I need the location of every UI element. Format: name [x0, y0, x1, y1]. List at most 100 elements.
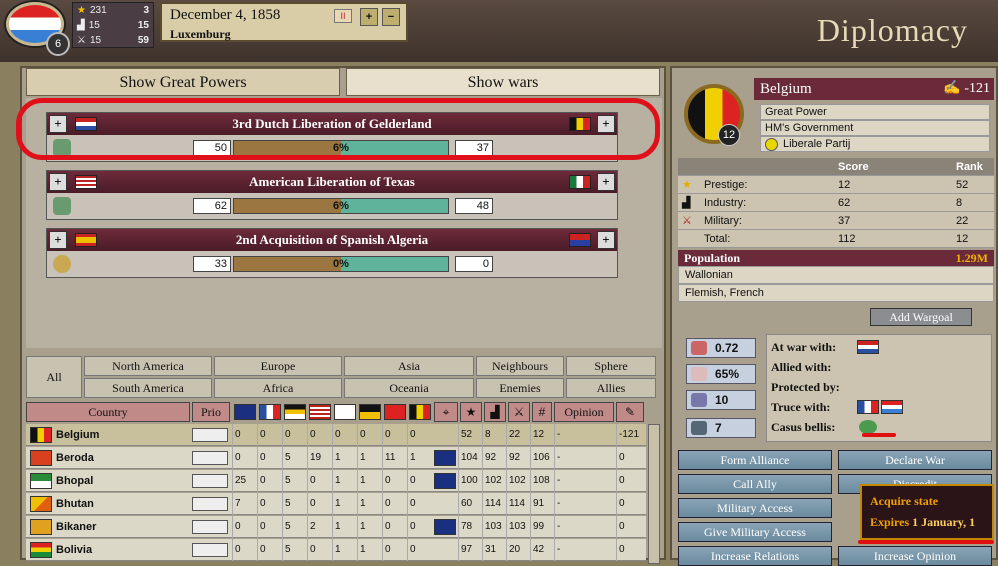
france-flag-icon[interactable] — [259, 404, 281, 420]
war-entry[interactable]: + 3rd Dutch Liberation of Gelderland + 5… — [46, 112, 618, 162]
expand-attacker-button[interactable]: + — [49, 231, 67, 249]
war-entry[interactable]: + 2nd Acquisition of Spanish Algeria + 3… — [46, 228, 618, 278]
increase-opinion-button[interactable]: Increase Opinion — [838, 546, 992, 566]
relation-stat: 10 — [686, 390, 756, 410]
casus-belli-icon — [53, 139, 71, 157]
col-opinion[interactable]: Opinion — [554, 402, 614, 422]
table-row[interactable]: Bhutan 7 0 5 0 1 1 0 0 60 114 114 91 - 0 — [26, 493, 646, 515]
increase-relations-button[interactable]: Increase Relations — [678, 546, 832, 566]
top-bar: 6 ★ 231 3 ▟ 15 15 ⚔ 15 59 December 4, 1858 Lux… — [0, 0, 998, 62]
belgium-flag-icon — [30, 427, 52, 443]
priority-selector[interactable] — [192, 497, 228, 511]
table-scrollbar[interactable] — [648, 424, 660, 564]
casus-belli-icon[interactable] — [859, 420, 877, 434]
call-ally-button[interactable]: Call Ally — [678, 474, 832, 494]
col-country[interactable]: Country — [26, 402, 190, 422]
war-score-bar: 6% — [233, 198, 449, 214]
army-icon — [691, 393, 707, 407]
filter-all[interactable]: All — [26, 356, 82, 398]
underline-annotation — [858, 540, 994, 544]
prussia-flag-icon[interactable] — [284, 404, 306, 420]
priority-selector[interactable] — [192, 451, 228, 465]
spain-flag-icon — [75, 233, 97, 247]
filter-africa[interactable]: Africa — [214, 378, 342, 398]
industry-stat: ▟ 15 15 — [77, 20, 149, 31]
netherlands-flag-icon — [75, 117, 97, 131]
luxemburg-flag-icon[interactable] — [881, 400, 903, 414]
filter-south-america[interactable]: South America — [84, 378, 212, 398]
col-industry-icon[interactable]: ▟ — [484, 402, 506, 422]
defender-score: 0 — [455, 256, 493, 272]
belgium-flag-icon[interactable] — [409, 404, 431, 420]
player-nation: Luxemburg — [170, 27, 231, 41]
col-prestige-icon[interactable]: ★ — [460, 402, 482, 422]
mexico-flag-icon — [569, 175, 591, 189]
filter-neighbours[interactable]: Neighbours — [476, 356, 564, 376]
table-row[interactable]: Belgium 0 0 0 0 0 0 0 0 52 8 22 12 - -12… — [26, 424, 646, 446]
priority-selector[interactable] — [192, 543, 228, 557]
swords-icon: ⚔ — [77, 35, 86, 46]
pause-button[interactable]: II — [334, 9, 352, 23]
give-military-access-button[interactable]: Give Military Access — [678, 522, 832, 542]
add-wargoal-button[interactable]: Add Wargoal — [870, 308, 972, 326]
ruling-party: Liberale Partij — [760, 136, 990, 152]
expand-attacker-button[interactable]: + — [49, 173, 67, 191]
casus-belli-tooltip: Acquire state Expires 1 January, 1 — [860, 484, 994, 540]
expand-defender-button[interactable]: + — [597, 115, 615, 133]
filter-north-america[interactable]: North America — [84, 356, 212, 376]
defender-score: 37 — [455, 140, 493, 156]
expand-defender-button[interactable]: + — [597, 231, 615, 249]
priority-selector[interactable] — [192, 428, 228, 442]
expand-defender-button[interactable]: + — [597, 173, 615, 191]
gb-flag-icon[interactable] — [234, 404, 256, 420]
country-status: Great Power — [760, 104, 990, 120]
table-row[interactable]: Bhopal 25 0 5 0 1 1 0 0 100 102 102 108 … — [26, 470, 646, 492]
speed-up-button[interactable]: + — [360, 8, 378, 26]
col-rank-icon[interactable]: # — [532, 402, 552, 422]
col-target-icon[interactable]: ⌖ — [434, 402, 458, 422]
table-row[interactable]: Bikaner 0 0 5 2 1 1 0 0 78 103 103 99 - … — [26, 516, 646, 538]
gb-sphere-flag-icon — [434, 519, 456, 535]
form-alliance-button[interactable]: Form Alliance — [678, 450, 832, 470]
col-military-icon[interactable]: ⚔ — [508, 402, 530, 422]
rank-badge: 6 — [46, 32, 70, 56]
table-row[interactable]: Beroda 0 0 5 19 1 1 11 1 104 92 92 106 -… — [26, 447, 646, 469]
turkey-flag-icon[interactable] — [384, 404, 406, 420]
priority-selector[interactable] — [192, 474, 228, 488]
col-infamy-icon[interactable]: ✎ — [616, 402, 644, 422]
party-icon — [765, 138, 778, 151]
expand-attacker-button[interactable]: + — [49, 115, 67, 133]
filter-oceania[interactable]: Oceania — [344, 378, 474, 398]
handshake-icon: ✍ — [943, 81, 965, 96]
total-row: Total: 112 12 — [678, 230, 994, 248]
filter-allies[interactable]: Allies — [566, 378, 656, 398]
attacker-score: 33 — [193, 256, 231, 272]
france-flag-icon[interactable] — [857, 400, 879, 414]
declare-war-button[interactable]: Declare War — [838, 450, 992, 470]
netherlands-flag-icon[interactable] — [857, 340, 879, 354]
austria-flag-icon[interactable] — [359, 404, 381, 420]
left-pane: Show Great Powers Show wars + 3rd Dutch … — [20, 66, 666, 564]
relation-stat: 65% — [686, 364, 756, 384]
belgium-flag-icon — [569, 117, 591, 131]
table-header: Country Prio ⌖ ★ ▟ ⚔ # Opinion ✎ — [26, 402, 646, 422]
population-icon — [691, 367, 707, 381]
date-panel: December 4, 1858 Luxemburg II + − — [160, 2, 408, 42]
col-prio[interactable]: Prio — [192, 402, 230, 422]
russia-flag-icon[interactable] — [334, 404, 356, 420]
military-access-button[interactable]: Military Access — [678, 498, 832, 518]
filter-asia[interactable]: Asia — [344, 356, 474, 376]
bhutan-flag-icon — [30, 496, 52, 512]
filter-sphere[interactable]: Sphere — [566, 356, 656, 376]
tab-show-great-powers[interactable]: Show Great Powers — [26, 68, 340, 96]
tab-show-wars[interactable]: Show wars — [346, 68, 660, 96]
population-header: Population 1.29M — [678, 250, 994, 266]
filter-enemies[interactable]: Enemies — [476, 378, 564, 398]
table-row[interactable]: Bolivia 0 0 5 0 1 1 0 0 97 31 20 42 - 0 — [26, 539, 646, 561]
prestige-stat: ★ 231 3 — [77, 5, 149, 16]
war-entry[interactable]: + American Liberation of Texas + 62 6% 4… — [46, 170, 618, 220]
speed-down-button[interactable]: − — [382, 8, 400, 26]
usa-flag-icon[interactable] — [309, 404, 331, 420]
priority-selector[interactable] — [192, 520, 228, 534]
filter-europe[interactable]: Europe — [214, 356, 342, 376]
